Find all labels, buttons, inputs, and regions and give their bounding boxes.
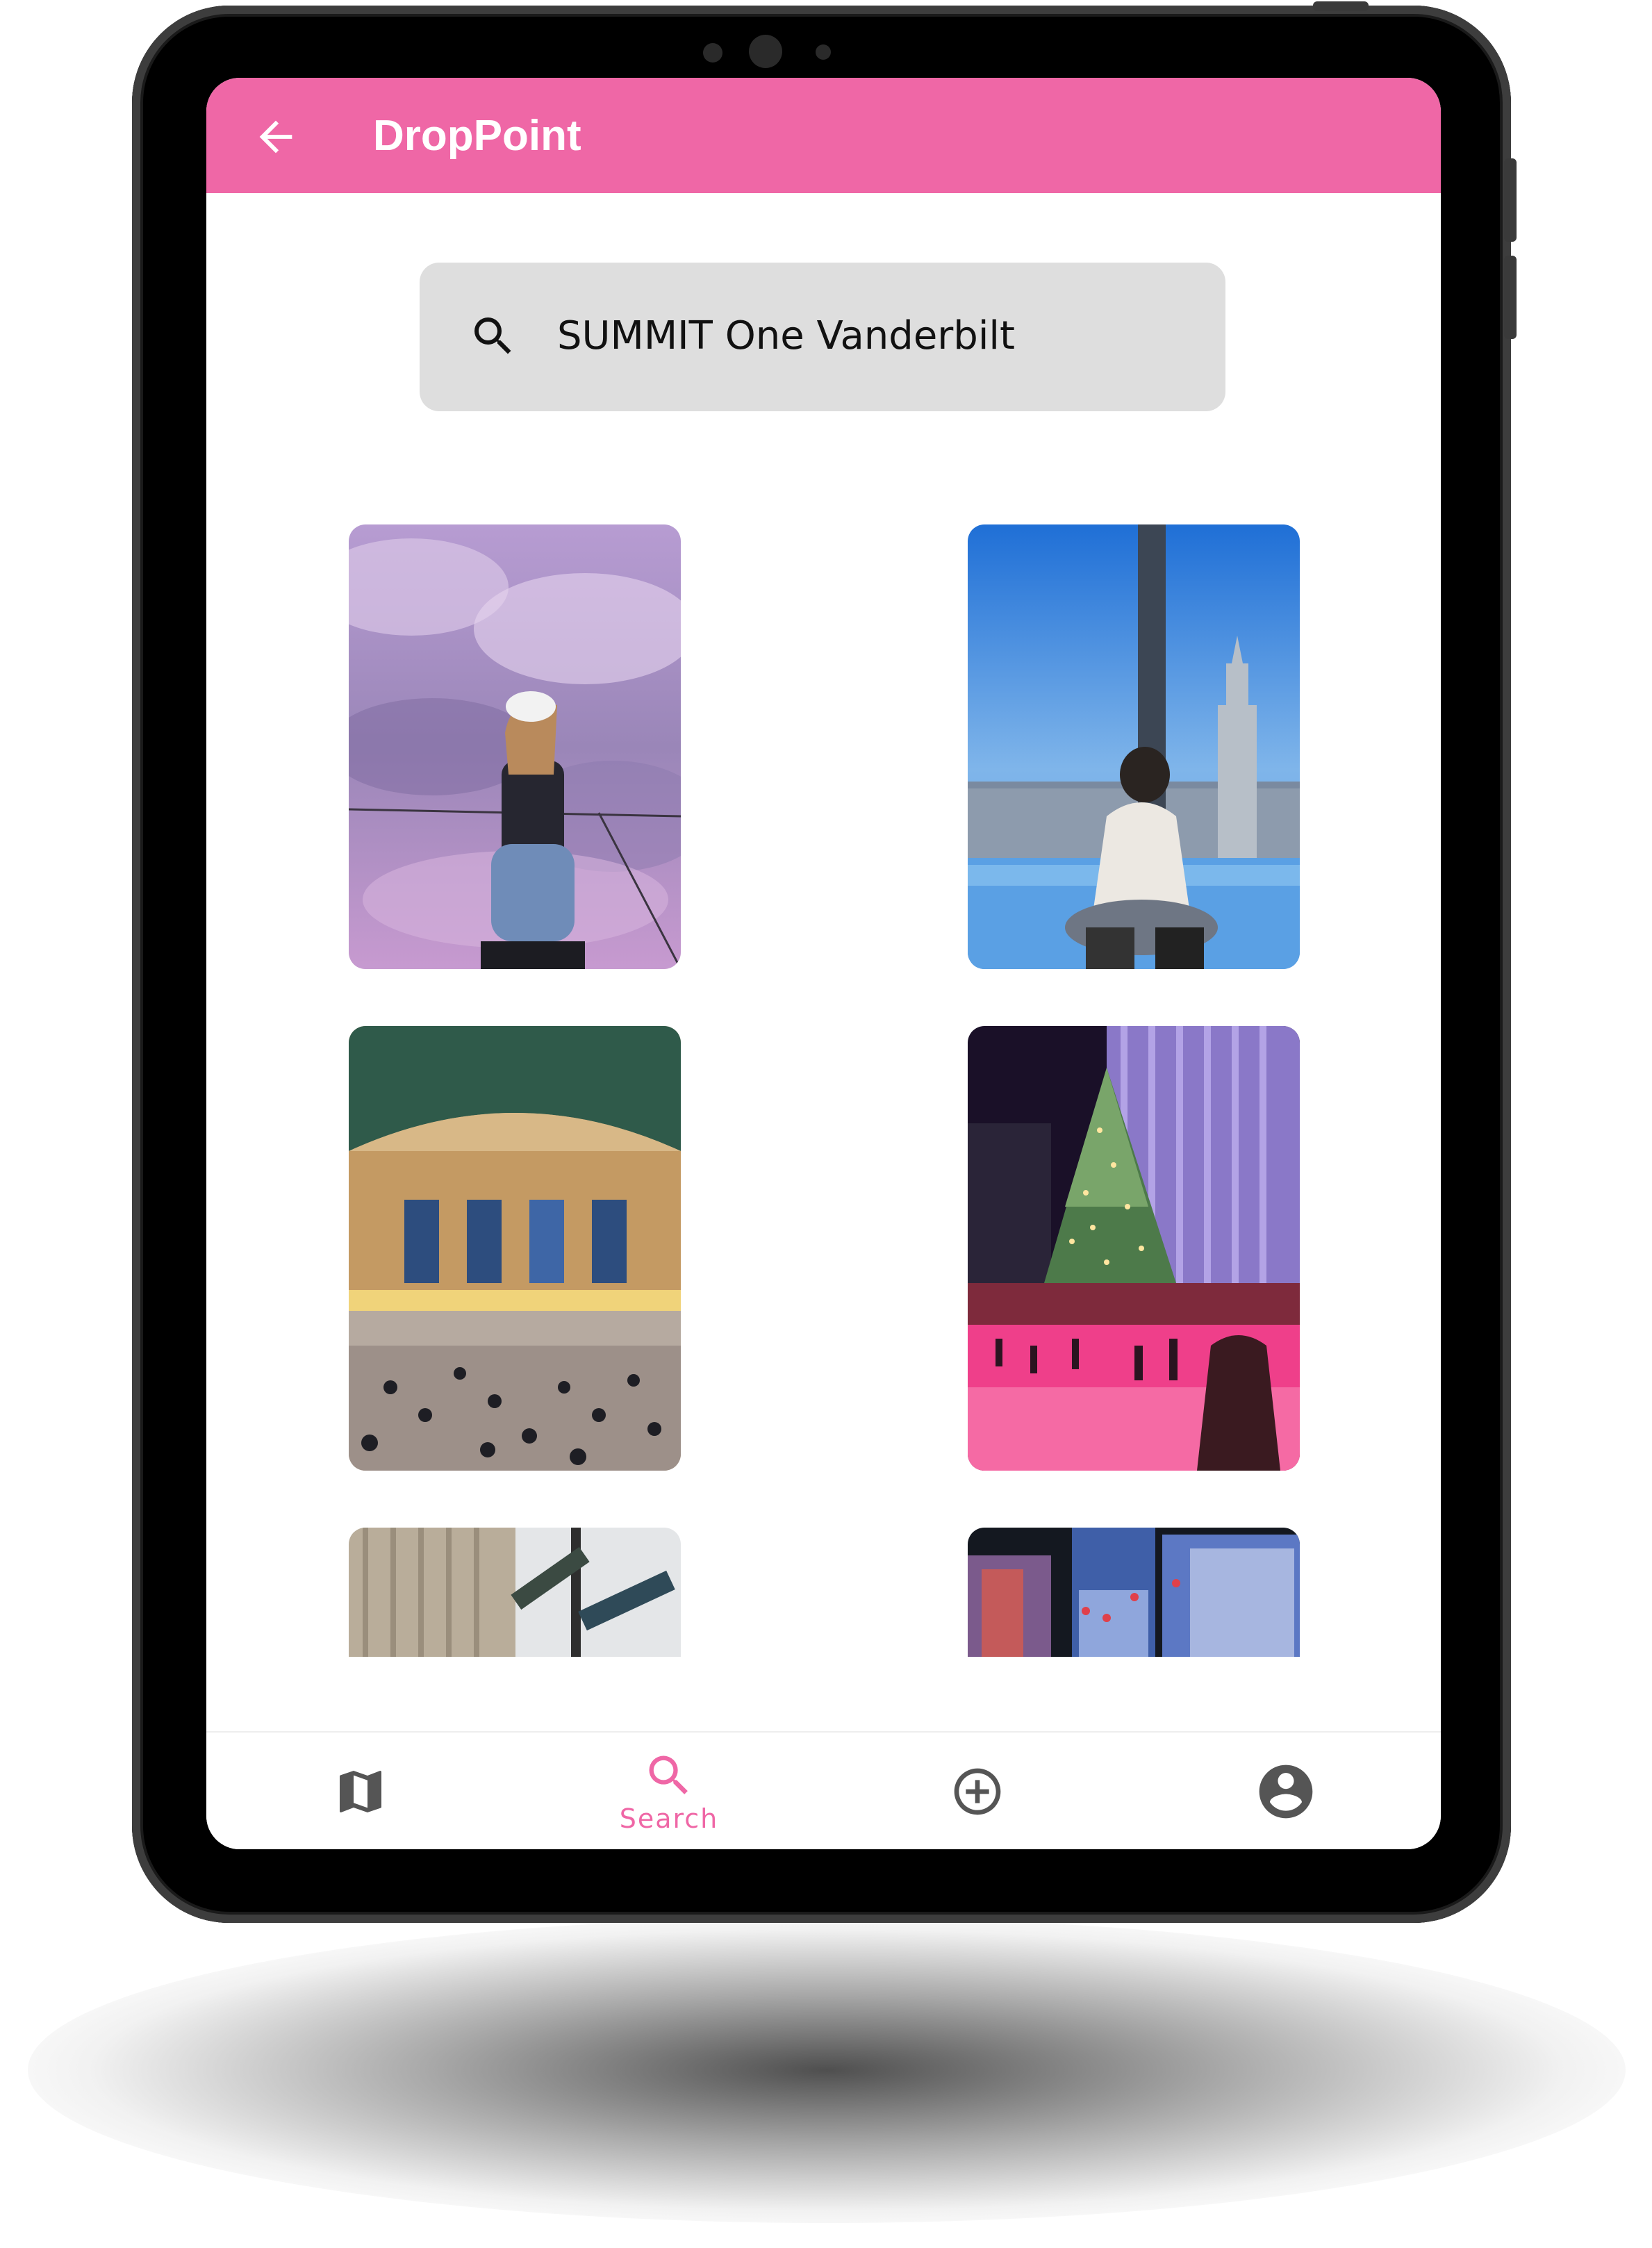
search-field[interactable]: SUMMIT One Vanderbilt	[420, 263, 1225, 411]
nav-search[interactable]: Search	[515, 1733, 823, 1849]
result-photo-1[interactable]	[349, 524, 681, 969]
app-screen: DropPoint SUMMIT One Vanderbilt Search	[206, 78, 1441, 1849]
result-photo-2[interactable]	[968, 524, 1300, 969]
search-icon	[649, 1755, 688, 1794]
photo-times-square	[968, 1528, 1300, 1657]
nav-search-label: Search	[619, 1803, 719, 1834]
search-icon	[474, 317, 511, 354]
power-button	[1504, 256, 1517, 339]
search-query-text[interactable]: SUMMIT One Vanderbilt	[557, 308, 1015, 364]
bottom-navigation: Search	[206, 1731, 1441, 1849]
light-sensor	[816, 44, 831, 60]
volume-button	[1504, 158, 1517, 242]
result-photo-4[interactable]	[968, 1026, 1300, 1471]
back-button[interactable]	[245, 106, 307, 168]
app-title: DropPoint	[373, 112, 581, 160]
add-circle-icon	[954, 1768, 1001, 1815]
result-photo-6[interactable]	[968, 1528, 1300, 1657]
map-icon	[340, 1771, 381, 1812]
top-button	[1313, 1, 1369, 11]
nav-profile[interactable]	[1132, 1733, 1440, 1849]
nav-add[interactable]	[823, 1733, 1132, 1849]
device-shadow	[28, 1917, 1626, 2223]
photo-grand-central	[349, 1026, 681, 1471]
photo-street-sign	[349, 1528, 681, 1657]
sensor-dot	[703, 43, 722, 63]
camera-lens	[749, 35, 782, 68]
photo-woman-clouds	[349, 524, 681, 969]
nav-map[interactable]	[206, 1733, 515, 1849]
arrow-back-icon	[259, 120, 292, 154]
photo-woman-skyline	[968, 524, 1300, 969]
app-bar: DropPoint	[206, 78, 1441, 193]
result-photo-5[interactable]	[349, 1528, 681, 1657]
account-icon	[1259, 1764, 1313, 1819]
photo-rockefeller-tree	[968, 1026, 1300, 1471]
result-photo-3[interactable]	[349, 1026, 681, 1471]
